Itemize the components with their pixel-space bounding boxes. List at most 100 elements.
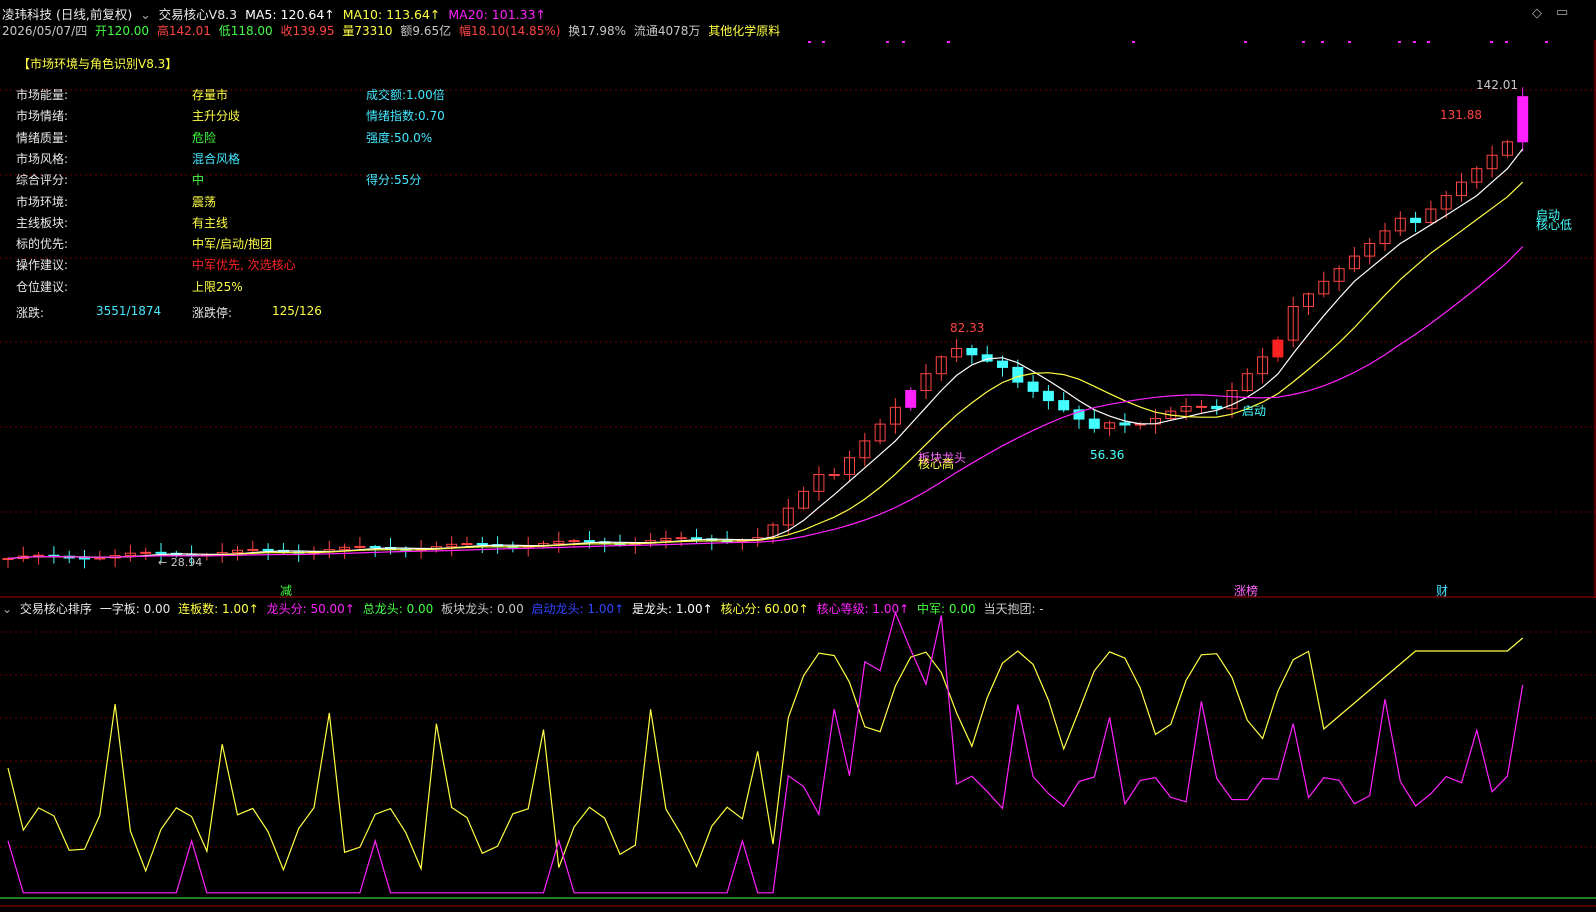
signal-marker <box>1427 41 1430 43</box>
panel-row-extra: 强度:50.0% <box>366 130 433 145</box>
panel-row-value: 上限25% <box>192 279 243 294</box>
signal-marker <box>822 41 825 43</box>
limit-value: 125/126 <box>272 304 322 318</box>
longtou-score-value: 龙头分: 50.00↑ <box>266 602 355 616</box>
panel-row-value: 存量市 <box>192 88 229 102</box>
signal-marker <box>1132 41 1135 43</box>
hexin-score-line <box>7 637 1524 873</box>
candle-body <box>905 390 917 408</box>
panel-title: 【市场环境与角色识别V8.3】 <box>18 57 178 71</box>
stock-name[interactable]: 凌玮科技 (日线,前复权) <box>2 7 132 22</box>
candle-body <box>1211 405 1223 410</box>
candle-body <box>476 543 488 546</box>
candle-body <box>1410 217 1422 223</box>
panel-row-label: 市场能量: <box>16 88 69 102</box>
volume-value: 量73310 <box>342 24 393 38</box>
low-start-value: 28.94 <box>170 556 203 569</box>
zhongjun-value: 中军: 0.00 <box>917 602 976 616</box>
core-low-label: 核心低 <box>1536 218 1573 232</box>
candle-body <box>1517 96 1529 143</box>
bottom-tag-2: 涨榜 <box>1234 584 1259 598</box>
panel-row-label: 市场情绪: <box>16 109 69 124</box>
panel-row-label: 主线板块: <box>16 215 69 230</box>
peak2-label: 82.33 <box>950 321 985 335</box>
float-value: 流通4078万 <box>633 24 701 38</box>
diamond-icon[interactable]: ◇ <box>1532 6 1542 21</box>
hexin-score-value: 核心分: 60.00↑ <box>720 602 809 616</box>
candle-body <box>966 348 978 356</box>
sub-header: ⌄ 交易核心排序 一字板: 0.00 连板数: 1.00↑ 龙头分: 50.00… <box>2 600 1048 617</box>
bankuai-longtou-value: 板块龙头: 0.00 <box>441 602 524 616</box>
signal-marker <box>1505 41 1508 43</box>
bottom-tag-3: 财 <box>1436 584 1449 598</box>
signal-marker <box>1348 41 1351 43</box>
panel-row-label: 综合评分: <box>16 173 69 188</box>
chevron-circle-icon[interactable]: ⌄ <box>140 7 150 22</box>
candle-body <box>1027 381 1039 392</box>
signal-marker <box>902 41 905 43</box>
longtou-score-line <box>7 610 1524 894</box>
ma20-value: MA20: 101.33↑ <box>448 7 547 22</box>
signal-marker <box>1398 41 1401 43</box>
header-line1: 凌玮科技 (日线,前复权) ⌄ 交易核心V8.3 MA5: 120.64↑ MA… <box>2 4 550 23</box>
sub-indicator-chart[interactable] <box>0 598 1596 912</box>
hexin-level-value: 核心等级: 1.00↑ <box>816 602 910 616</box>
candle-body <box>1195 405 1207 408</box>
candle-body <box>247 548 259 551</box>
candle-body <box>1119 422 1131 426</box>
ma5-value: MA5: 120.64↑ <box>245 7 335 22</box>
high-label: 142.01 <box>1476 78 1518 92</box>
ma10-value: MA10: 113.64↑ <box>342 7 441 22</box>
core-high-label: 核心高 <box>918 457 955 471</box>
candle-body <box>828 474 840 477</box>
candle-body <box>1088 418 1100 429</box>
signal-marker <box>1302 41 1305 43</box>
lianban-value: 连板数: 1.00↑ <box>178 602 259 616</box>
bottom-tag-1: 减 <box>280 584 293 598</box>
qidong-longtou-value: 启动龙头: 1.00↑ <box>531 602 625 616</box>
panel-row-label: 仓位建议: <box>16 279 69 294</box>
candle-body <box>461 543 473 546</box>
panel-row-label: 情绪质量: <box>16 130 69 145</box>
signal-marker <box>1321 41 1324 43</box>
candle-body <box>583 540 595 543</box>
panel-row-value: 中军/启动/抱团 <box>192 237 273 252</box>
signal-marker <box>886 41 889 43</box>
signal-marker <box>1413 41 1416 43</box>
signal-marker <box>947 41 950 43</box>
ma5-line <box>7 148 1524 560</box>
high-value: 高142.01 <box>156 24 211 38</box>
low-value: 低118.00 <box>218 24 273 38</box>
signal-marker <box>1545 41 1548 43</box>
yizi-value: 一字板: 0.00 <box>99 602 171 616</box>
shi-longtou-value: 是龙头: 1.00↑ <box>632 602 713 616</box>
panel-row-label: 市场风格: <box>16 151 69 166</box>
panel-row-value: 中 <box>192 173 205 188</box>
panel-row-label: 市场环境: <box>16 194 69 209</box>
panel-row-label: 操作建议: <box>16 258 69 273</box>
panel-row-extra: 得分:55分 <box>366 173 422 188</box>
signal-marker <box>808 41 811 43</box>
panel-row-value: 混合风格 <box>192 151 241 166</box>
candle-body <box>94 557 106 560</box>
chevron-circle-icon[interactable]: ⌄ <box>2 602 12 616</box>
close-value: 收139.95 <box>280 24 335 38</box>
low1-label: 56.36 <box>1090 448 1125 462</box>
rise-fall-value: 3551/1874 <box>96 304 162 318</box>
candle-body <box>155 551 167 554</box>
window-icon[interactable]: ▭ <box>1556 5 1568 20</box>
sub-name[interactable]: 交易核心排序 <box>20 602 92 616</box>
candle-body <box>568 540 580 543</box>
peak1-label: 131.88 <box>1440 108 1482 122</box>
main-kline-chart[interactable] <box>0 0 1596 598</box>
start-label-mid: 启动 <box>1242 404 1267 418</box>
limit-label: 涨跌停: <box>192 306 233 320</box>
turnover-value: 换17.98% <box>568 24 627 38</box>
candle-body <box>997 360 1008 368</box>
panel-row-value: 主升分歧 <box>192 109 241 124</box>
sector-value[interactable]: 其他化学原料 <box>708 24 780 38</box>
indicator-name[interactable]: 交易核心V8.3 <box>159 7 237 22</box>
zong-longtou-value: 总龙头: 0.00 <box>362 602 434 616</box>
candle-body <box>1042 390 1054 402</box>
signal-marker <box>1244 41 1247 43</box>
